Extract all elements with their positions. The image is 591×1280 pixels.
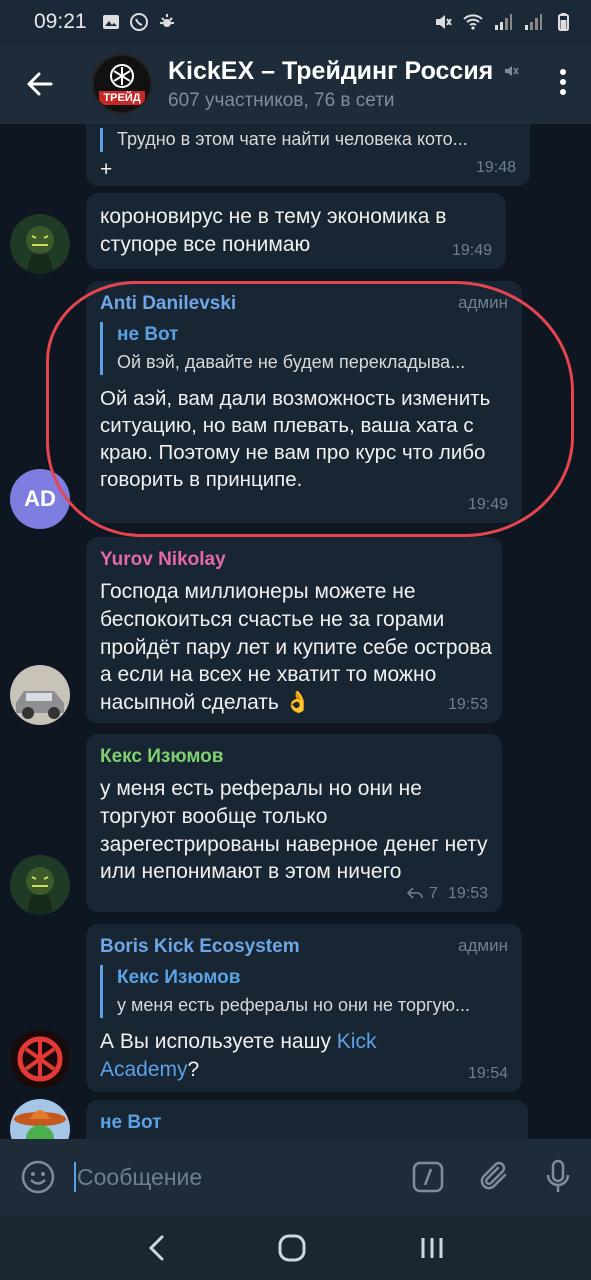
message-bubble[interactable]: не Вот — [86, 1100, 528, 1139]
reply-quote[interactable]: не Вот Ой вэй, давайте не будем переклад… — [100, 322, 508, 375]
mute-icon — [436, 15, 452, 29]
avatar-car[interactable] — [10, 665, 70, 725]
message-time: 19:48 — [475, 158, 516, 176]
chat-subtitle: 607 участников, 76 в сети — [168, 89, 395, 111]
battery-icon — [558, 13, 569, 31]
reply-name: не Вот — [117, 324, 179, 346]
avatar-sombrero[interactable] — [10, 1099, 70, 1139]
reply-name: Кекс Изюмов — [117, 967, 241, 989]
admin-label: админ — [458, 936, 508, 955]
chat-header: ТРЕЙД KickEX – Трейдинг Россия 607 участ… — [0, 44, 591, 124]
avatar-kick[interactable] — [10, 1029, 70, 1089]
wifi-icon — [463, 14, 483, 30]
message-time: 19:54 — [467, 1064, 508, 1082]
kick-logo-avatar-icon — [10, 1029, 70, 1089]
car-avatar-icon — [10, 665, 70, 725]
reply-text: у меня есть рефералы но они не торгую... — [117, 995, 471, 1016]
back-arrow-icon — [27, 72, 53, 96]
message-bubble[interactable]: короновирус не в тему экономика в ступор… — [86, 193, 506, 269]
message-bubble[interactable]: Yurov Nikolay Господа миллионеры можете … — [86, 537, 502, 723]
emoji-icon[interactable] — [20, 1159, 56, 1195]
message-time: 19:49 — [467, 495, 508, 513]
status-time: 09:21 — [34, 10, 87, 33]
message-time: 19:49 — [451, 241, 492, 259]
text-cursor — [74, 1162, 76, 1192]
sender-name[interactable]: не Вот — [100, 1110, 514, 1135]
message-bubble[interactable]: Кекс Изюмов у меня есть рефералы но они … — [86, 734, 502, 912]
pumpkin-avatar-icon — [10, 214, 70, 274]
message-text: ? — [187, 1057, 200, 1081]
back-button[interactable] — [0, 44, 80, 124]
reply-quote[interactable]: Кекс Изюмов у меня есть рефералы но они … — [100, 965, 508, 1018]
chat-title: KickEX – Трейдинг Россия — [168, 56, 494, 85]
nav-home-icon[interactable] — [277, 1233, 307, 1263]
message-text: Ой аэй, вам дали возможность изменить си… — [100, 386, 491, 492]
nav-back-icon[interactable] — [146, 1234, 166, 1262]
message-text: у меня есть рефералы но они не торгуют в… — [100, 777, 488, 884]
chat-avatar[interactable]: ТРЕЙД — [92, 54, 152, 114]
sender-name[interactable]: Кекс Изюмов — [100, 744, 488, 769]
gallery-icon — [102, 15, 119, 29]
nav-recents-icon[interactable] — [419, 1234, 445, 1262]
message-input-bar: Сообщение — [0, 1139, 591, 1215]
reply-arrow-icon — [407, 887, 423, 900]
avatar-badge: ТРЕЙД — [99, 91, 145, 105]
kickex-logo-icon — [110, 64, 134, 88]
sender-name[interactable]: Yurov Nikolay — [100, 547, 488, 572]
message-list[interactable]: Трудно в этом чате найти человека кото..… — [0, 124, 591, 1139]
signal-icon — [495, 14, 512, 30]
bot-command-icon[interactable] — [411, 1160, 445, 1194]
sombrero-avatar-icon — [10, 1099, 70, 1139]
avatar-ad[interactable]: AD — [10, 469, 70, 529]
weather-icon — [159, 14, 174, 27]
input-placeholder: Сообщение — [77, 1163, 203, 1190]
message-input[interactable]: Сообщение — [74, 1162, 202, 1192]
viber-icon — [129, 13, 148, 31]
attach-icon[interactable] — [479, 1160, 511, 1194]
message-text: Господа миллионеры можете не беспокоитьс… — [100, 580, 492, 714]
message-bubble[interactable]: Anti Danilevski админ не Вот Ой вэй, дав… — [86, 281, 522, 523]
message-text: короновирус не в тему экономика в ступор… — [100, 205, 447, 256]
reply-count[interactable]: 7 — [429, 883, 438, 904]
avatar-pumpkin[interactable] — [10, 855, 70, 915]
sender-name[interactable]: Anti Danilevski — [100, 291, 508, 316]
message-bubble[interactable]: Трудно в этом чате найти человека кото..… — [86, 124, 530, 186]
sender-name[interactable]: Boris Kick Ecosystem — [100, 934, 508, 959]
microphone-icon[interactable] — [545, 1159, 571, 1195]
more-vert-icon — [560, 69, 566, 95]
message-text-block: А Вы используете нашу Kick Academy? — [100, 1028, 430, 1083]
reply-text: Ой вэй, давайте не будем перекладыва... — [117, 352, 466, 373]
chat-info[interactable]: KickEX – Трейдинг Россия 607 участников,… — [168, 57, 519, 112]
message-bubble[interactable]: Boris Kick Ecosystem админ Кекс Изюмов у… — [86, 924, 522, 1092]
message-text: А Вы используете нашу — [100, 1029, 337, 1053]
avatar-pumpkin[interactable] — [10, 214, 70, 274]
system-nav-bar — [0, 1215, 591, 1280]
message-text: Трудно в этом чате найти человека кото..… — [117, 129, 468, 149]
muted-icon — [505, 66, 519, 76]
message-time: 19:53 — [447, 884, 488, 902]
signal-2-icon — [525, 14, 542, 30]
status-bar: 09:21 — [0, 0, 591, 44]
admin-label: админ — [458, 293, 508, 312]
message-time: 19:53 — [447, 695, 488, 713]
pumpkin-avatar-icon — [10, 855, 70, 915]
message-text-extra: + — [100, 157, 113, 181]
message-meta: 7 19:53 — [407, 883, 488, 904]
more-menu-button[interactable] — [559, 68, 567, 101]
avatar-initials: AD — [24, 486, 56, 511]
